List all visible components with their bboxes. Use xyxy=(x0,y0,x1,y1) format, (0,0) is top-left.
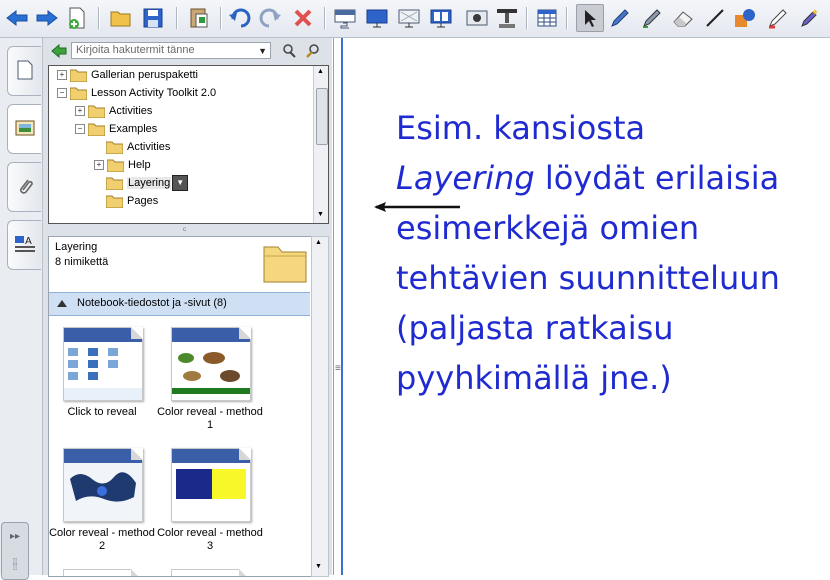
content-scrollbar[interactable]: ▲ ▼ xyxy=(311,236,329,577)
collapse-toggle[interactable]: − xyxy=(57,88,67,98)
expand-toggle[interactable]: + xyxy=(57,70,67,80)
magic-pen-icon[interactable] xyxy=(764,5,790,31)
search-input[interactable]: Kirjoita hakutermit tänne ▼ xyxy=(71,42,271,59)
tree-item[interactable]: Pages xyxy=(105,192,158,210)
folder-icon xyxy=(105,177,124,190)
collection-title: Layering xyxy=(55,241,98,253)
side-tab-bar: A ▸▸ ⁞⁞ ⁞⁞ xyxy=(0,38,43,580)
forward-icon[interactable] xyxy=(34,5,60,31)
line-icon[interactable] xyxy=(702,5,728,31)
pen-icon[interactable] xyxy=(606,5,632,31)
notebook-group-header[interactable]: Notebook-tiedostot ja -sivut (8) xyxy=(49,292,310,316)
main-toolbar xyxy=(0,0,830,38)
advanced-search-icon[interactable] xyxy=(305,43,321,62)
gallery-tree: + Gallerian peruspaketti − Lesson Activi… xyxy=(48,65,329,224)
tree-item-selected[interactable]: Layering ▼ xyxy=(105,174,189,192)
grip-icon: ≡ xyxy=(335,363,341,374)
document-camera-icon[interactable] xyxy=(494,5,520,31)
tab-gallery[interactable] xyxy=(7,104,41,154)
redo-icon[interactable] xyxy=(258,5,284,31)
tab-properties[interactable]: A xyxy=(7,220,41,270)
shape-icon[interactable] xyxy=(732,5,758,31)
tree-item[interactable]: − Examples xyxy=(75,120,157,138)
folder-open-icon xyxy=(69,87,88,100)
tree-item[interactable]: + Help xyxy=(94,156,151,174)
gallery-content: Layering 8 nimikettä Notebook-tiedostot … xyxy=(48,236,312,577)
scroll-up-icon[interactable]: ▲ xyxy=(317,68,324,75)
thumbnail-label: Color reveal - method 3 xyxy=(157,527,263,552)
gallery-thumbnail[interactable] xyxy=(63,327,143,401)
thumbnail-label: Click to reveal xyxy=(67,406,137,418)
folder-icon xyxy=(106,159,125,172)
new-page-icon[interactable] xyxy=(64,5,90,31)
delete-icon[interactable] xyxy=(290,5,316,31)
gallery-icon xyxy=(14,118,36,141)
expand-toggle[interactable]: + xyxy=(75,106,85,116)
folder-icon xyxy=(105,141,124,154)
large-folder-icon xyxy=(263,243,307,286)
select-icon[interactable] xyxy=(576,4,604,32)
gallery-thumbnail[interactable] xyxy=(171,327,251,401)
tree-item[interactable]: − Lesson Activity Toolkit 2.0 xyxy=(57,84,216,102)
fullscreen-icon[interactable] xyxy=(364,5,390,31)
gallery-thumbnail[interactable] xyxy=(63,448,143,522)
scroll-down-icon[interactable]: ▼ xyxy=(317,211,324,218)
screen-shade-icon[interactable] xyxy=(332,5,358,31)
scroll-down-icon[interactable]: ▼ xyxy=(315,563,322,570)
svg-text:A: A xyxy=(25,236,32,247)
thumbnail-label: Color reveal - method 2 xyxy=(49,527,155,552)
properties-icon: A xyxy=(13,233,37,258)
scroll-thumb[interactable] xyxy=(316,88,328,145)
search-icon[interactable] xyxy=(281,43,297,62)
undo-icon[interactable] xyxy=(226,5,252,31)
whiteboard-canvas[interactable]: Esim. kansiosta Layering löydät erilaisi… xyxy=(344,38,830,575)
tree-item[interactable]: + Activities xyxy=(75,102,152,120)
splitter-grip-icon[interactable]: ᶜ xyxy=(183,225,186,235)
arrow-left-icon[interactable] xyxy=(372,201,462,213)
tree-item[interactable]: Activities xyxy=(105,138,170,156)
gallery-panel: Kirjoita hakutermit tänne ▼ + Gallerian … xyxy=(43,38,332,577)
gallery-thumbnail[interactable] xyxy=(171,569,251,576)
transparent-bg-icon[interactable] xyxy=(396,5,422,31)
item-menu-button[interactable]: ▼ xyxy=(172,175,189,191)
dual-page-icon[interactable] xyxy=(428,5,454,31)
thumbnail-label: Color reveal - method 1 xyxy=(157,406,263,431)
creative-pen-icon[interactable] xyxy=(638,5,664,31)
collection-count: 8 nimikettä xyxy=(55,256,109,268)
folder-icon xyxy=(105,195,124,208)
table-icon[interactable] xyxy=(534,5,560,31)
double-chevron-right-icon: ▸▸ xyxy=(9,531,21,543)
collapse-triangle-icon[interactable] xyxy=(57,300,67,307)
save-icon[interactable] xyxy=(140,5,166,31)
collapse-toggle[interactable]: − xyxy=(75,124,85,134)
scroll-up-icon[interactable]: ▲ xyxy=(315,239,322,246)
back-icon[interactable] xyxy=(4,5,30,31)
folder-icon xyxy=(69,69,88,82)
tab-attachments[interactable] xyxy=(7,162,41,212)
tree-item[interactable]: + Gallerian peruspaketti xyxy=(57,66,198,84)
eraser-icon[interactable] xyxy=(670,5,696,31)
handwritten-note[interactable]: Esim. kansiosta Layering löydät erilaisi… xyxy=(396,103,826,403)
open-icon[interactable] xyxy=(108,5,134,31)
capture-icon[interactable] xyxy=(464,5,490,31)
attachments-icon xyxy=(15,175,35,200)
gallery-thumbnail[interactable] xyxy=(171,448,251,522)
folder-icon xyxy=(87,105,106,118)
chevron-down-icon[interactable]: ▼ xyxy=(258,44,267,59)
page-sorter-icon xyxy=(15,59,35,84)
expand-panel-button[interactable]: ▸▸ ⁞⁞ ⁞⁞ xyxy=(1,522,29,580)
expand-toggle[interactable]: + xyxy=(94,160,104,170)
gallery-back-icon[interactable] xyxy=(51,43,67,61)
folder-open-icon xyxy=(87,123,106,136)
grip-icon: ⁞⁞ ⁞⁞ xyxy=(12,556,18,572)
tree-scrollbar[interactable]: ▲ ▼ xyxy=(313,66,328,223)
gallery-thumbnail[interactable] xyxy=(63,569,143,576)
tab-page-sorter[interactable] xyxy=(7,46,41,96)
paste-icon[interactable] xyxy=(186,5,212,31)
panel-resize-divider[interactable]: ≡ xyxy=(333,38,343,575)
fill-icon[interactable] xyxy=(796,5,822,31)
